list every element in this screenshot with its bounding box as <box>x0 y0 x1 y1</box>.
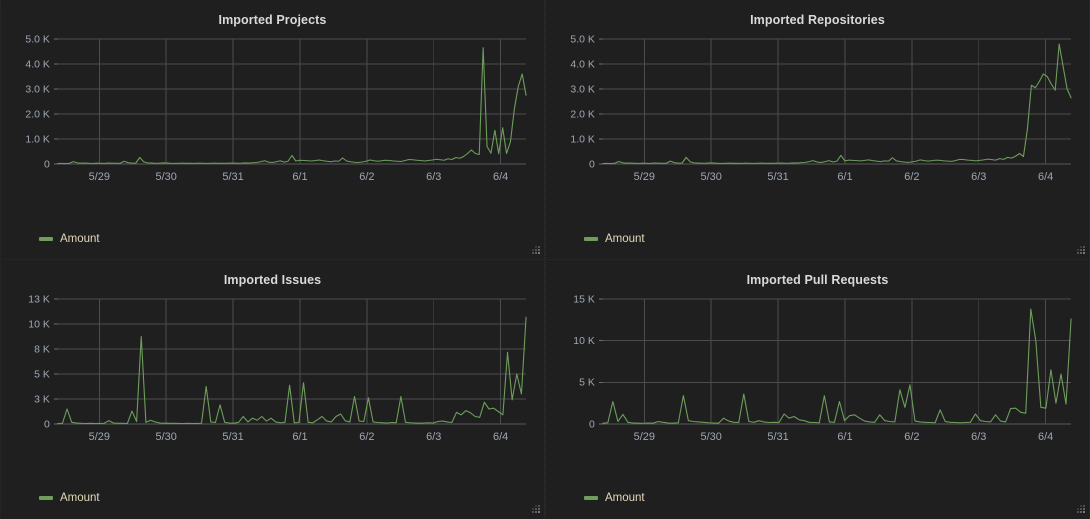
svg-text:5/31: 5/31 <box>222 171 243 183</box>
chart-legend[interactable]: Amount <box>39 492 100 504</box>
svg-text:6/4: 6/4 <box>493 171 508 183</box>
svg-text:3.0 K: 3.0 K <box>25 84 49 95</box>
svg-text:5/30: 5/30 <box>701 431 722 443</box>
legend-color-swatch <box>39 237 53 241</box>
svg-text:6/3: 6/3 <box>426 171 441 183</box>
svg-text:6/3: 6/3 <box>971 171 986 183</box>
svg-text:5/30: 5/30 <box>156 171 177 183</box>
svg-text:4.0 K: 4.0 K <box>570 59 594 70</box>
chart-legend[interactable]: Amount <box>584 233 645 245</box>
legend-series-label[interactable]: Amount <box>60 233 100 245</box>
svg-text:3 K: 3 K <box>34 394 50 405</box>
svg-text:6/2: 6/2 <box>359 431 374 443</box>
svg-text:5/29: 5/29 <box>89 431 110 443</box>
svg-text:5.0 K: 5.0 K <box>570 34 594 45</box>
svg-text:6/1: 6/1 <box>292 431 307 443</box>
chart-svg: 0 3 K 5 K 8 K 10 K 13 K 5/29 5/30 5/31 6/1 6/2 6/3 6… <box>28 294 527 443</box>
panel-imported-pull-requests[interactable]: Imported Pull Requests 0 5 K 10 K 15 K 5/29 5… <box>545 260 1090 519</box>
svg-text:6/1: 6/1 <box>837 171 852 183</box>
svg-text:6/3: 6/3 <box>426 431 441 443</box>
svg-text:5 K: 5 K <box>34 369 50 380</box>
chart-plot-area[interactable]: 0 3 K 5 K 8 K 10 K 13 K 5/29 5/30 5/31 6/1 6/2 6/3 6… <box>1 291 544 456</box>
svg-text:3.0 K: 3.0 K <box>570 84 594 95</box>
chart-plot-area[interactable]: 0 1.0 K 2.0 K 3.0 K 4.0 K 5.0 K 5/29 5/30 5/31 6/… <box>1 31 544 196</box>
panel-imported-issues[interactable]: Imported Issues 0 3 K 5 K 8 K 10 K 13 K 5/29 5/… <box>0 260 545 519</box>
svg-text:2.0 K: 2.0 K <box>25 109 49 120</box>
legend-color-swatch <box>584 237 598 241</box>
grafana-dashboard: Imported Projects 0 1.0 K 2.0 K 3.0 K 4.0 K 5… <box>0 0 1090 519</box>
legend-color-swatch <box>584 496 598 500</box>
panel-resize-handle[interactable] <box>526 243 540 255</box>
svg-text:6/4: 6/4 <box>1038 431 1053 443</box>
chart-legend[interactable]: Amount <box>584 492 645 504</box>
chart-svg: 0 1.0 K 2.0 K 3.0 K 4.0 K 5.0 K 5/29 5/30 5/31 6/… <box>25 34 527 183</box>
chart-svg: 0 1.0 K 2.0 K 3.0 K 4.0 K 5.0 K 5/29 5/30 5/31 6/… <box>570 34 1072 183</box>
svg-text:8 K: 8 K <box>34 344 50 355</box>
chart-legend[interactable]: Amount <box>39 233 100 245</box>
panel-title[interactable]: Imported Issues <box>1 261 544 287</box>
svg-text:0: 0 <box>589 159 595 170</box>
svg-text:6/2: 6/2 <box>904 171 919 183</box>
svg-text:5/31: 5/31 <box>222 431 243 443</box>
svg-text:0: 0 <box>44 419 50 430</box>
svg-text:5/31: 5/31 <box>767 431 788 443</box>
chart-plot-area[interactable]: 0 5 K 10 K 15 K 5/29 5/30 5/31 6/1 6/2 6/3 6/4 <box>546 291 1089 456</box>
svg-text:5/30: 5/30 <box>701 171 722 183</box>
svg-text:0: 0 <box>589 419 595 430</box>
panel-resize-handle[interactable] <box>526 502 540 514</box>
svg-text:1.0 K: 1.0 K <box>570 134 594 145</box>
svg-text:5/29: 5/29 <box>634 431 655 443</box>
legend-series-label[interactable]: Amount <box>605 233 645 245</box>
svg-text:4.0 K: 4.0 K <box>25 59 49 70</box>
svg-text:5/29: 5/29 <box>89 171 110 183</box>
svg-text:15 K: 15 K <box>573 294 595 305</box>
legend-color-swatch <box>39 496 53 500</box>
svg-text:5 K: 5 K <box>579 378 595 389</box>
svg-text:6/1: 6/1 <box>837 431 852 443</box>
svg-text:5/31: 5/31 <box>767 171 788 183</box>
svg-text:6/2: 6/2 <box>904 431 919 443</box>
chart-svg: 0 5 K 10 K 15 K 5/29 5/30 5/31 6/1 6/2 6/3 6/4 <box>573 294 1072 443</box>
panel-title[interactable]: Imported Projects <box>1 1 544 27</box>
legend-series-label[interactable]: Amount <box>605 492 645 504</box>
svg-text:6/4: 6/4 <box>493 431 508 443</box>
panel-imported-repositories[interactable]: Imported Repositories 0 1.0 K 2.0 K 3.0 K 4.… <box>545 0 1090 260</box>
svg-text:5.0 K: 5.0 K <box>25 34 49 45</box>
panel-title[interactable]: Imported Pull Requests <box>546 261 1089 287</box>
svg-text:1.0 K: 1.0 K <box>25 134 49 145</box>
panel-imported-projects[interactable]: Imported Projects 0 1.0 K 2.0 K 3.0 K 4.0 K 5… <box>0 0 545 260</box>
svg-text:6/4: 6/4 <box>1038 171 1053 183</box>
svg-text:5/30: 5/30 <box>156 431 177 443</box>
svg-text:13 K: 13 K <box>28 294 50 305</box>
svg-text:6/3: 6/3 <box>971 431 986 443</box>
svg-text:6/1: 6/1 <box>292 171 307 183</box>
chart-plot-area[interactable]: 0 1.0 K 2.0 K 3.0 K 4.0 K 5.0 K 5/29 5/30 5/31 6/… <box>546 31 1089 196</box>
svg-text:6/2: 6/2 <box>359 171 374 183</box>
panel-resize-handle[interactable] <box>1071 502 1085 514</box>
panel-title[interactable]: Imported Repositories <box>546 1 1089 27</box>
panel-resize-handle[interactable] <box>1071 243 1085 255</box>
legend-series-label[interactable]: Amount <box>60 492 100 504</box>
svg-text:0: 0 <box>44 159 50 170</box>
svg-text:10 K: 10 K <box>28 319 50 330</box>
svg-text:10 K: 10 K <box>573 336 595 347</box>
svg-text:5/29: 5/29 <box>634 171 655 183</box>
svg-text:2.0 K: 2.0 K <box>570 109 594 120</box>
